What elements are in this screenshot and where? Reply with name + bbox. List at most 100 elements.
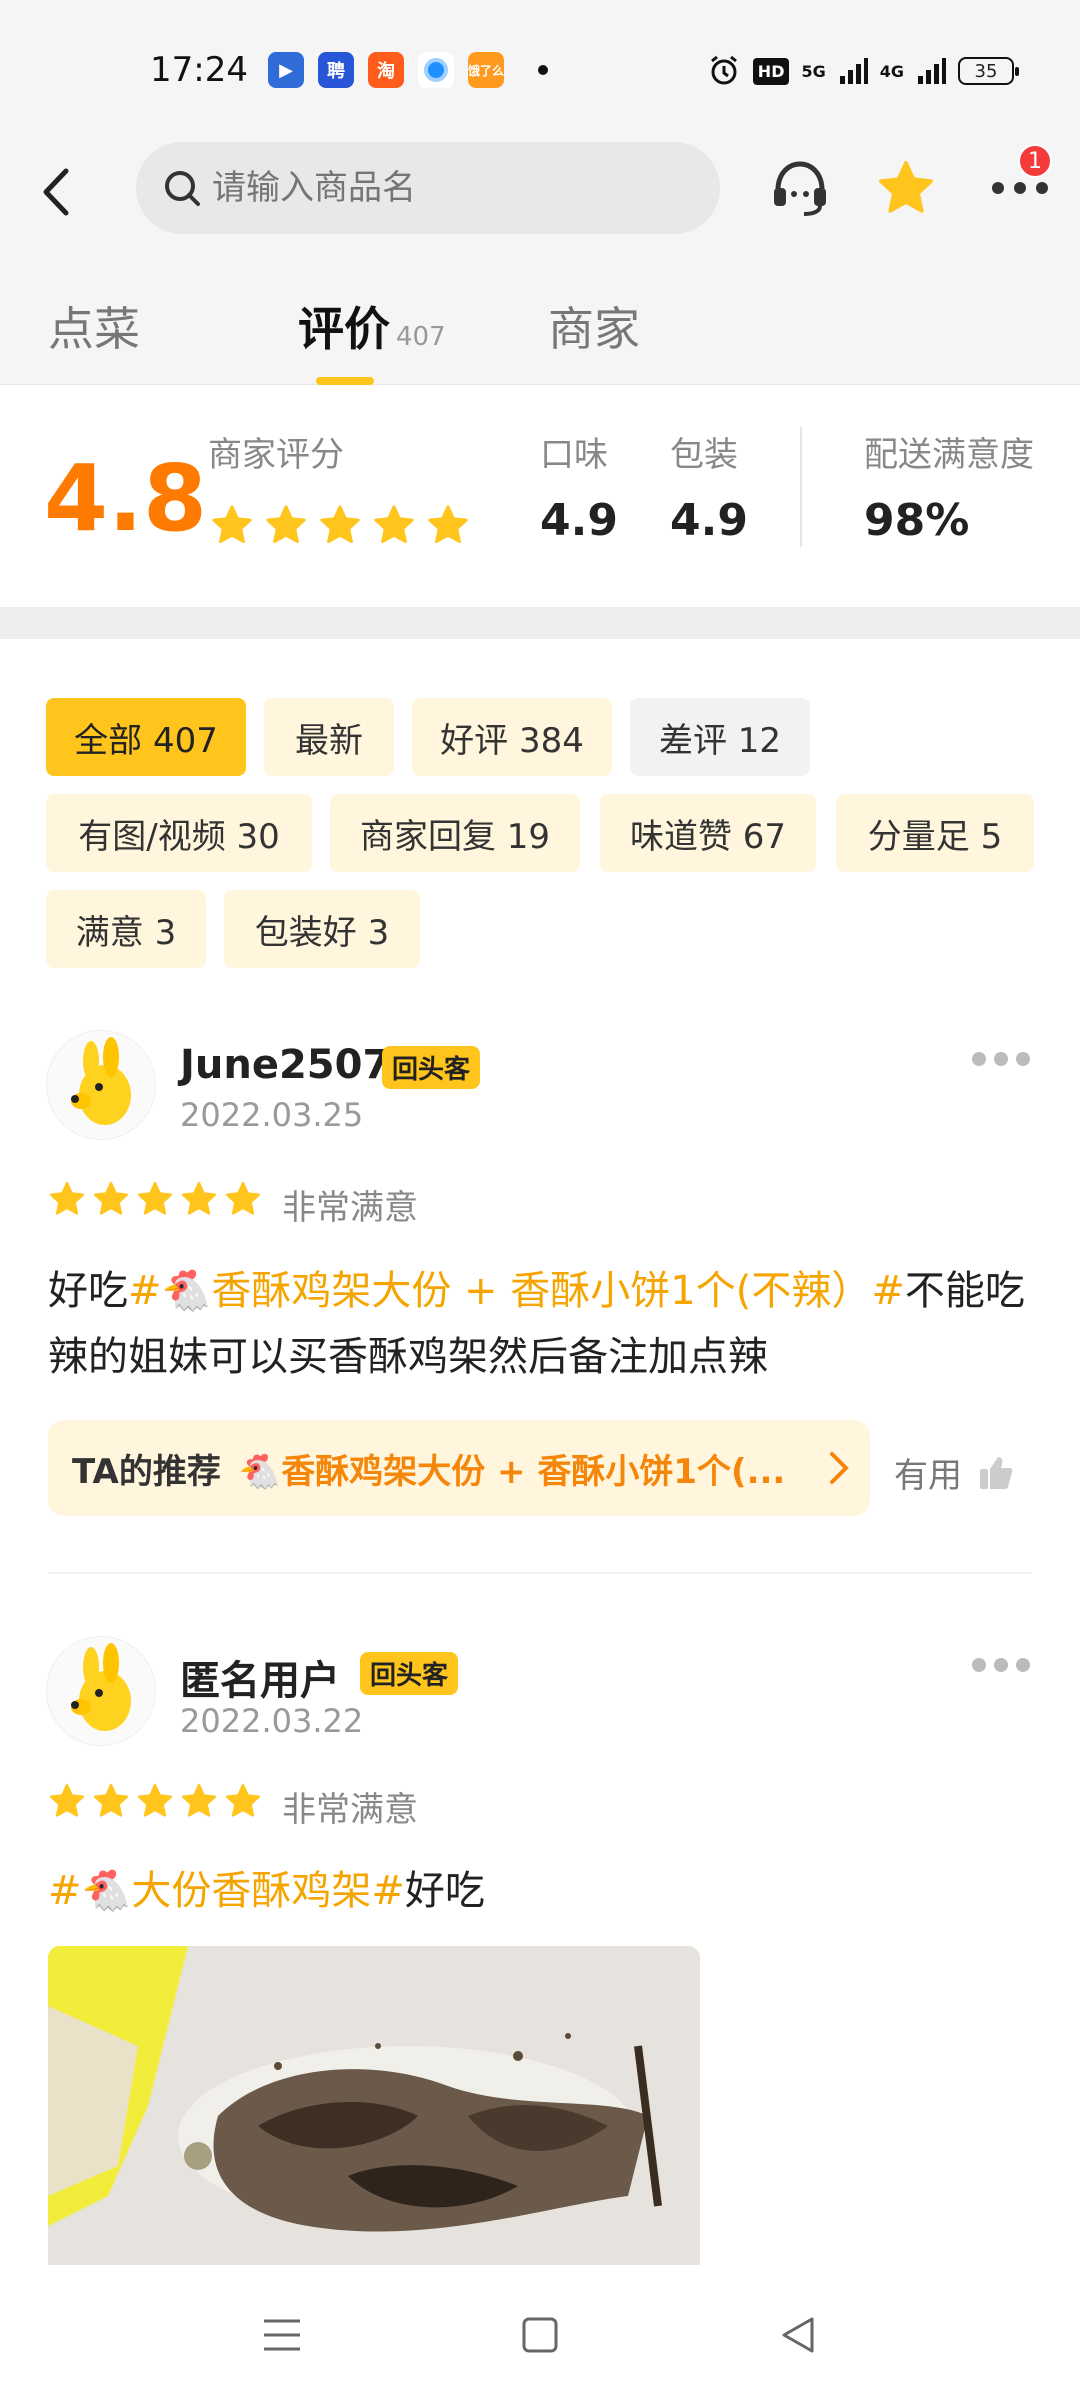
tab-reviews[interactable]: 评价 407 bbox=[298, 293, 446, 359]
filter-negative[interactable]: 差评 12 bbox=[630, 698, 810, 776]
more-dots-icon bbox=[992, 182, 1048, 194]
star-icon bbox=[374, 505, 414, 544]
recommend-dish-name: 🐔香酥鸡架大份 + 香酥小饼1个(... bbox=[238, 1451, 786, 1492]
status-app-icons: ▶ 聘 淘 饿了么 bbox=[268, 52, 548, 88]
star-icon bbox=[137, 1181, 173, 1215]
customer-service-button[interactable] bbox=[760, 148, 840, 228]
review-dish-tag[interactable]: #🐔香酥鸡架大份 + 香酥小饼1个(不辣）# bbox=[128, 1268, 905, 1314]
thumbs-up-icon bbox=[980, 1456, 1013, 1489]
hd-badge: HD bbox=[752, 57, 790, 85]
customer-service-icon bbox=[774, 161, 826, 216]
avatar[interactable] bbox=[46, 1636, 156, 1746]
back-triangle-icon bbox=[782, 2317, 814, 2353]
browser-app-icon bbox=[418, 52, 454, 88]
taobao-app-icon: 淘 bbox=[368, 52, 404, 88]
favorite-button[interactable] bbox=[866, 148, 946, 228]
review-text-prefix: 好吃 bbox=[48, 1268, 128, 1314]
avatar[interactable] bbox=[46, 1030, 156, 1140]
star-icon bbox=[266, 505, 306, 544]
review-dish-tag[interactable]: #🐔大份香酥鸡架# bbox=[48, 1868, 405, 1914]
tab-order[interactable]: 点菜 bbox=[48, 293, 140, 359]
tab-merchant[interactable]: 商家 bbox=[548, 293, 640, 359]
ele-app-icon: 饿了么 bbox=[468, 52, 504, 88]
recommend-label: TA的推荐 bbox=[72, 1451, 221, 1492]
star-icon bbox=[181, 1783, 217, 1817]
star-icon bbox=[320, 505, 360, 544]
filter-portion-big[interactable]: 分量足 5 bbox=[836, 794, 1034, 872]
returning-customer-tag: 回头客 bbox=[382, 1046, 481, 1089]
star-icon bbox=[212, 505, 252, 544]
system-nav-bar bbox=[0, 2265, 1080, 2400]
top-bar: 1 bbox=[0, 140, 1080, 255]
signal-5g-label: 5G bbox=[801, 61, 826, 81]
overall-score: 4.8 bbox=[44, 445, 207, 552]
filter-merchant-reply[interactable]: 商家回复 19 bbox=[330, 794, 580, 872]
filter-satisfied[interactable]: 满意 3 bbox=[46, 890, 206, 968]
alarm-icon bbox=[710, 55, 737, 85]
returning-customer-tag: 回头客 bbox=[360, 1652, 459, 1695]
search-icon bbox=[165, 171, 200, 206]
back-button[interactable] bbox=[26, 162, 86, 222]
star-icon bbox=[49, 1181, 85, 1215]
review-photo-image bbox=[48, 1946, 700, 2266]
search-input[interactable] bbox=[212, 168, 672, 208]
review-more-button[interactable] bbox=[972, 1658, 1030, 1672]
battery-icon: 35 bbox=[958, 57, 1019, 85]
tab-merchant-label: 商家 bbox=[548, 302, 640, 356]
review-username: June2507 bbox=[180, 1042, 391, 1088]
recruit-app-icon: 聘 bbox=[318, 52, 354, 88]
menu-button[interactable] bbox=[252, 2305, 312, 2365]
recommended-dish[interactable]: TA的推荐 🐔香酥鸡架大份 + 香酥小饼1个(... bbox=[48, 1420, 870, 1516]
rating-summary: 4.8 商家评分 口味 4.9 包装 4.9 配送满意度 98% bbox=[0, 385, 1080, 607]
review-date: 2022.03.22 bbox=[180, 1702, 364, 1740]
review-photo[interactable] bbox=[48, 1946, 700, 2266]
review-rating-text: 非常满意 bbox=[282, 1188, 418, 1228]
star-icon bbox=[93, 1181, 129, 1215]
review-rating-text: 非常满意 bbox=[282, 1790, 418, 1830]
review-date: 2022.03.25 bbox=[180, 1096, 364, 1134]
filter-latest[interactable]: 最新 bbox=[264, 698, 394, 776]
review-username: 匿名用户 bbox=[180, 1658, 340, 1704]
delivery-value: 98% bbox=[864, 495, 970, 546]
tab-indicator bbox=[316, 377, 374, 385]
notification-dot bbox=[538, 65, 548, 75]
star-icon bbox=[879, 161, 933, 213]
home-button[interactable] bbox=[510, 2305, 570, 2365]
video-app-icon: ▶ bbox=[268, 52, 304, 88]
package-value: 4.9 bbox=[670, 495, 748, 546]
chevron-right-icon bbox=[830, 1452, 849, 1484]
more-menu-button[interactable]: 1 bbox=[980, 144, 1060, 228]
review-text: #🐔大份香酥鸡架#好吃 bbox=[48, 1858, 1038, 1924]
useful-button[interactable]: 有用 bbox=[894, 1448, 1014, 1497]
taste-label: 口味 bbox=[540, 435, 608, 475]
signal-4g-label: 4G bbox=[879, 61, 904, 81]
menu-icon bbox=[264, 2319, 300, 2351]
tab-reviews-count: 407 bbox=[396, 322, 446, 352]
delivery-label: 配送满意度 bbox=[864, 435, 1034, 475]
chevron-left-icon bbox=[43, 168, 69, 216]
filter-all[interactable]: 全部 407 bbox=[46, 698, 246, 776]
review-more-button[interactable] bbox=[972, 1052, 1030, 1066]
star-icon bbox=[49, 1783, 85, 1817]
home-square-icon bbox=[522, 2317, 558, 2353]
filter-photo-video[interactable]: 有图/视频 30 bbox=[46, 794, 312, 872]
useful-label: 有用 bbox=[894, 1456, 962, 1496]
filter-taste-good[interactable]: 味道赞 67 bbox=[600, 794, 816, 872]
notification-badge: 1 bbox=[1018, 144, 1052, 178]
section-gap bbox=[0, 607, 1080, 639]
star-icon bbox=[137, 1783, 173, 1817]
tab-reviews-label: 评价 bbox=[298, 302, 390, 356]
status-bar: 17:24 ▶ 聘 淘 饿了么 HD 5G 4G 35 bbox=[0, 0, 1080, 140]
kangaroo-avatar-icon bbox=[71, 1037, 131, 1125]
search-box[interactable] bbox=[136, 142, 720, 234]
package-label: 包装 bbox=[670, 435, 738, 475]
back-nav-button[interactable] bbox=[768, 2305, 828, 2365]
filter-good-package[interactable]: 包装好 3 bbox=[224, 890, 420, 968]
star-icon bbox=[225, 1783, 261, 1817]
score-label: 商家评分 bbox=[208, 435, 344, 475]
star-icon bbox=[93, 1783, 129, 1817]
review-text-body: 好吃 bbox=[404, 1868, 485, 1914]
tab-bar: 点菜 评价 407 商家 bbox=[0, 255, 1080, 385]
filter-positive[interactable]: 好评 384 bbox=[412, 698, 612, 776]
star-icon bbox=[225, 1181, 261, 1215]
